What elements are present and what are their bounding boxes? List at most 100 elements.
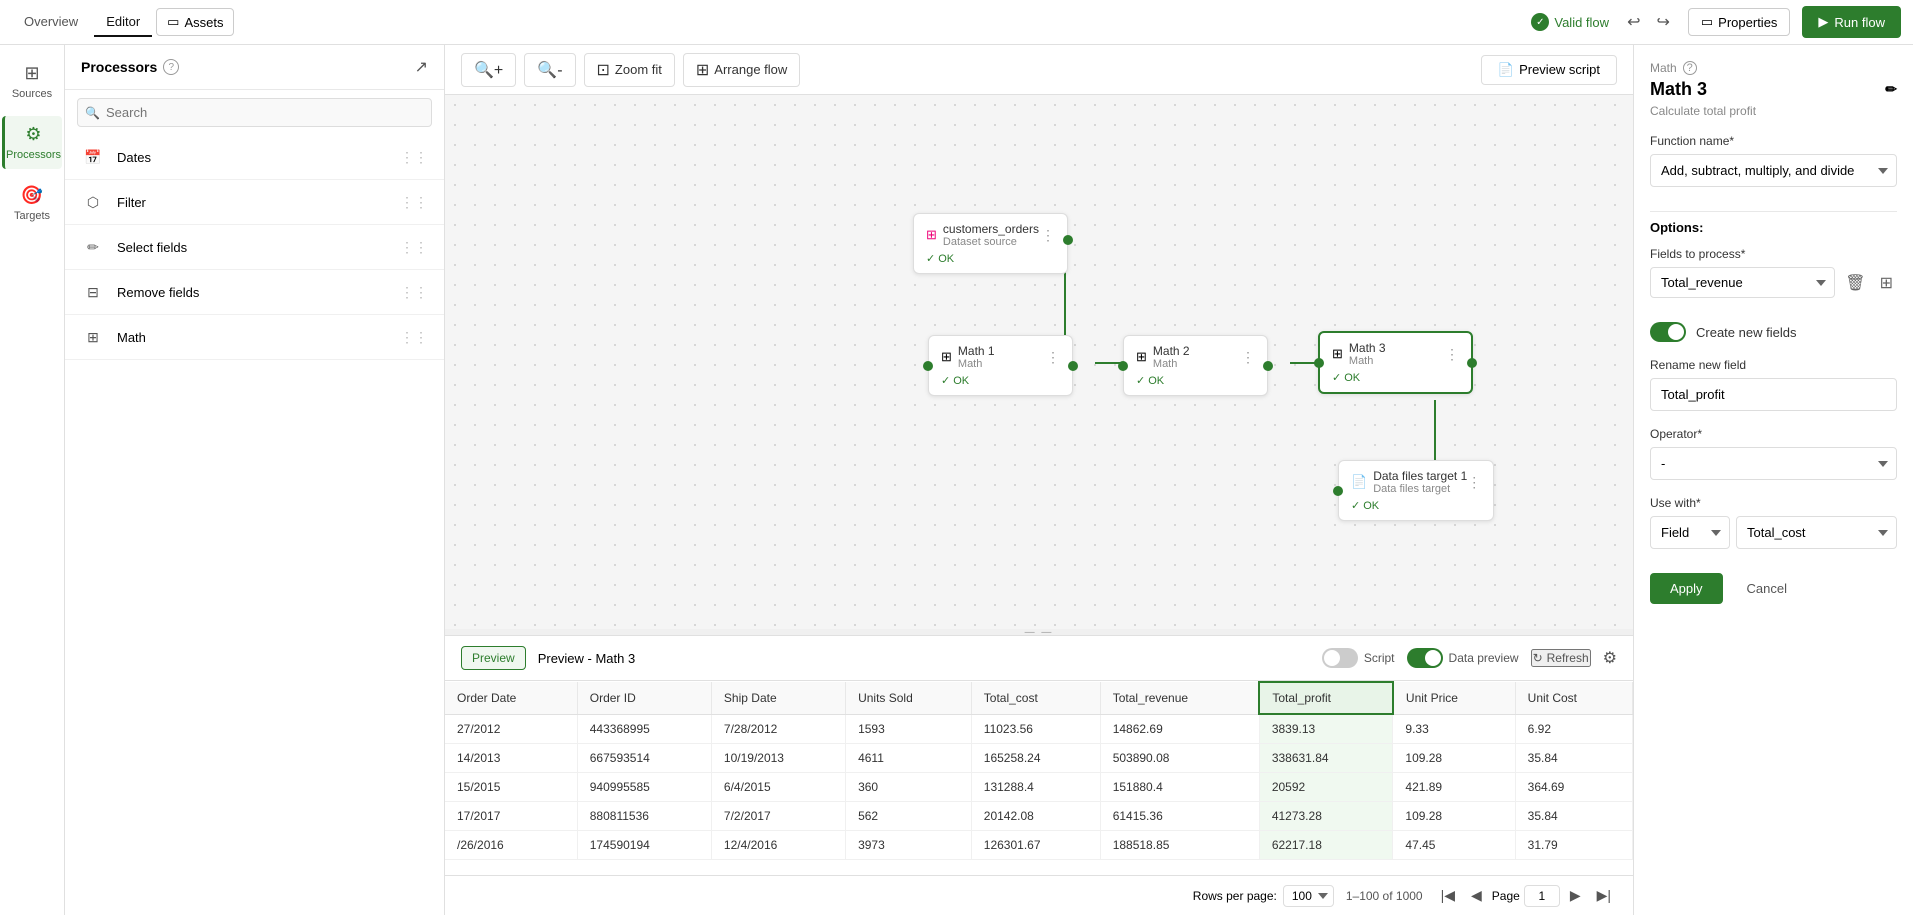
remove-fields-icon: ⊟ [81, 280, 105, 304]
collapse-button[interactable]: ↗ [415, 57, 428, 77]
dataset-source-icon: ⊞ [926, 227, 937, 243]
zoom-in-icon: 🔍+ [474, 60, 503, 80]
processors-header: Processors ? ↗ [65, 45, 444, 90]
col-header-order-id: Order ID [577, 682, 711, 714]
node-more-data-files[interactable]: ⋮ [1467, 474, 1481, 491]
zoom-in-button[interactable]: 🔍+ [461, 53, 516, 87]
drag-handle-select-fields[interactable]: ⋮⋮ [400, 239, 428, 256]
col-header-units-sold: Units Sold [846, 682, 972, 714]
play-icon: ▶ [1818, 14, 1828, 30]
tab-overview[interactable]: Overview [12, 8, 90, 37]
right-panel-description: Calculate total profit [1650, 104, 1897, 118]
edit-title-icon[interactable]: ✏ [1885, 81, 1897, 98]
node-dataset-source[interactable]: ⊞ customers_orders Dataset source ⋮ ✓ OK [913, 213, 1068, 274]
select-fields-icon: ✏ [81, 235, 105, 259]
create-new-fields-row: Create new fields [1650, 322, 1897, 342]
processor-search-input[interactable] [77, 98, 432, 127]
valid-flow-badge: ✓ Valid flow [1531, 13, 1609, 31]
refresh-button[interactable]: ↻ Refresh [1531, 649, 1591, 667]
node-math2[interactable]: ⊞ Math 2 Math ⋮ ✓ OK [1123, 335, 1268, 396]
apply-button[interactable]: Apply [1650, 573, 1723, 604]
node-more-math2[interactable]: ⋮ [1241, 349, 1255, 366]
tab-editor[interactable]: Editor [94, 8, 152, 37]
undo-redo-group: ↩ ↪ [1621, 8, 1676, 36]
math2-status: ✓ OK [1136, 374, 1255, 387]
next-page-button[interactable]: ▶ [1564, 884, 1587, 907]
properties-button[interactable]: ▭ Properties [1688, 8, 1791, 36]
right-panel-title: Math 3 ✏ [1650, 79, 1897, 100]
preview-tab-button[interactable]: Preview [461, 646, 526, 670]
rename-new-field-input[interactable] [1650, 378, 1897, 411]
help-icon[interactable]: ? [163, 59, 179, 75]
redo-button[interactable]: ↪ [1650, 8, 1675, 36]
divider-1 [1650, 211, 1897, 212]
sidebar-item-targets[interactable]: 🎯 Targets [2, 177, 62, 230]
drag-handle-filter[interactable]: ⋮⋮ [400, 194, 428, 211]
prev-page-button[interactable]: ◀ [1465, 884, 1488, 907]
table-row: 15/20159409955856/4/2015360131288.415188… [445, 773, 1633, 802]
rows-per-page-select[interactable]: 100 50 200 [1283, 885, 1334, 907]
pagination: Rows per page: 100 50 200 1–100 of 1000 … [445, 875, 1633, 915]
connector-in-data-files [1333, 486, 1343, 496]
flow-canvas[interactable]: ⊞ customers_orders Dataset source ⋮ ✓ OK [445, 95, 1633, 629]
arrange-flow-button[interactable]: ⊞ Arrange flow [683, 53, 800, 87]
drag-handle-math[interactable]: ⋮⋮ [400, 329, 428, 346]
data-table: Order Date Order ID Ship Date Units Sold… [445, 681, 1633, 860]
use-with-value-select[interactable]: Total_cost [1736, 516, 1897, 549]
dates-icon: 📅 [81, 145, 105, 169]
create-new-fields-label: Create new fields [1696, 325, 1796, 340]
cancel-button[interactable]: Cancel [1731, 573, 1803, 604]
function-name-select[interactable]: Add, subtract, multiply, and divide [1650, 154, 1897, 187]
processor-item-remove-fields[interactable]: ⊟ Remove fields ⋮⋮ [65, 270, 444, 315]
data-files-status: ✓ OK [1351, 499, 1481, 512]
node-math3[interactable]: ⊞ Math 3 Math ⋮ ✓ OK [1318, 331, 1473, 394]
main-layout: ⊞ Sources ⚙ Processors 🎯 Targets Process… [0, 45, 1913, 915]
processor-item-filter[interactable]: ⬡ Filter ⋮⋮ [65, 180, 444, 225]
processor-item-math[interactable]: ⊞ Math ⋮⋮ [65, 315, 444, 360]
script-icon: 📄 [1498, 62, 1514, 78]
sidebar-item-processors[interactable]: ⚙ Processors [2, 116, 62, 169]
drag-handle-dates[interactable]: ⋮⋮ [400, 149, 428, 166]
node-more-dataset[interactable]: ⋮ [1041, 227, 1055, 244]
use-with-label: Use with* [1650, 496, 1897, 510]
zoom-out-button[interactable]: 🔍- [524, 53, 575, 87]
create-new-fields-toggle[interactable] [1650, 322, 1686, 342]
processor-item-dates[interactable]: 📅 Dates ⋮⋮ [65, 135, 444, 180]
node-more-math3[interactable]: ⋮ [1445, 346, 1459, 363]
add-field-button[interactable]: ⊞ [1876, 269, 1897, 297]
delete-field-button[interactable]: 🗑 [1841, 269, 1869, 297]
assets-button[interactable]: ▭ Assets [156, 8, 234, 36]
node-more-math1[interactable]: ⋮ [1046, 349, 1060, 366]
node-math1[interactable]: ⊞ Math 1 Math ⋮ ✓ OK [928, 335, 1073, 396]
data-preview-toggle[interactable] [1407, 648, 1443, 668]
sidebar-item-sources[interactable]: ⊞ Sources [2, 55, 62, 108]
use-with-type-select[interactable]: Field Value [1650, 516, 1730, 549]
processor-item-select-fields[interactable]: ✏ Select fields ⋮⋮ [65, 225, 444, 270]
script-toggle[interactable] [1322, 648, 1358, 668]
refresh-icon: ↻ [1533, 651, 1543, 665]
zoom-fit-icon: ⊡ [597, 60, 610, 80]
first-page-button[interactable]: |◀ [1435, 884, 1461, 907]
zoom-fit-button[interactable]: ⊡ Zoom fit [584, 53, 675, 87]
table-row: /26/201617459019412/4/20163973126301.671… [445, 831, 1633, 860]
rename-new-field-group: Rename new field [1650, 358, 1897, 411]
table-row: 17/20178808115367/2/201756220142.0861415… [445, 802, 1633, 831]
fields-to-process-select[interactable]: Total_revenue [1650, 267, 1835, 298]
data-preview-toggle-group: Data preview [1407, 648, 1519, 668]
operator-select[interactable]: - + * / [1650, 447, 1897, 480]
node-data-files-target[interactable]: 📄 Data files target 1 Data files target … [1338, 460, 1494, 521]
operator-group: Operator* - + * / [1650, 427, 1897, 480]
page-number-input[interactable] [1524, 885, 1560, 907]
settings-icon[interactable]: ⚙ [1603, 648, 1617, 668]
data-table-wrap: Order Date Order ID Ship Date Units Sold… [445, 681, 1633, 875]
table-row: 27/20124433689957/28/2012159311023.56148… [445, 714, 1633, 744]
last-page-button[interactable]: ▶| [1591, 884, 1617, 907]
drag-handle-remove-fields[interactable]: ⋮⋮ [400, 284, 428, 301]
undo-button[interactable]: ↩ [1621, 8, 1646, 36]
rename-new-field-label: Rename new field [1650, 358, 1897, 372]
run-flow-button[interactable]: ▶ Run flow [1802, 6, 1901, 38]
connector-out-dataset [1063, 235, 1073, 245]
create-new-fields-knob [1668, 324, 1684, 340]
dataset-source-subtitle: Dataset source [943, 236, 1039, 248]
preview-script-button[interactable]: 📄 Preview script [1481, 55, 1617, 85]
